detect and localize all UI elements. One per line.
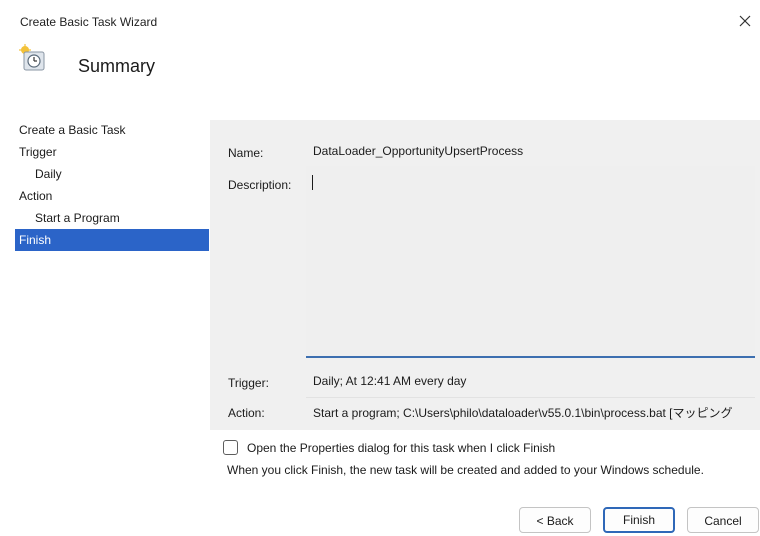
open-properties-option[interactable]: Open the Properties dialog for this task… [223,440,555,455]
action-label: Action: [228,406,265,420]
trigger-value: Daily; At 12:41 AM every day [313,374,467,388]
trigger-label: Trigger: [228,376,269,390]
name-value: DataLoader_OpportunityUpsertProcess [313,144,524,158]
close-button[interactable] [733,9,757,33]
wizard-steps-nav: Create a Basic Task Trigger Daily Action… [15,119,209,251]
cancel-button[interactable]: Cancel [687,507,759,533]
back-button[interactable]: < Back [519,507,591,533]
step-daily[interactable]: Daily [15,163,209,185]
window-title: Create Basic Task Wizard [20,15,158,29]
title-bar: Create Basic Task Wizard [0,0,760,40]
step-action[interactable]: Action [15,185,209,207]
description-field[interactable] [306,166,755,358]
step-start-a-program[interactable]: Start a Program [15,207,209,229]
description-label: Description: [228,178,292,192]
step-trigger[interactable]: Trigger [15,141,209,163]
divider [306,397,755,398]
finish-button[interactable]: Finish [603,507,675,533]
clock-task-icon [18,44,48,74]
step-create-basic-task[interactable]: Create a Basic Task [15,119,209,141]
text-caret [312,175,313,190]
page-title: Summary [78,56,156,76]
action-value: Start a program; C:\Users\philo\dataload… [313,406,733,420]
finish-info-text: When you click Finish, the new task will… [227,463,704,477]
close-icon [739,15,751,27]
name-label: Name: [228,146,264,160]
step-finish[interactable]: Finish [15,229,209,251]
open-properties-label[interactable]: Open the Properties dialog for this task… [247,441,555,455]
open-properties-checkbox[interactable] [223,440,238,455]
